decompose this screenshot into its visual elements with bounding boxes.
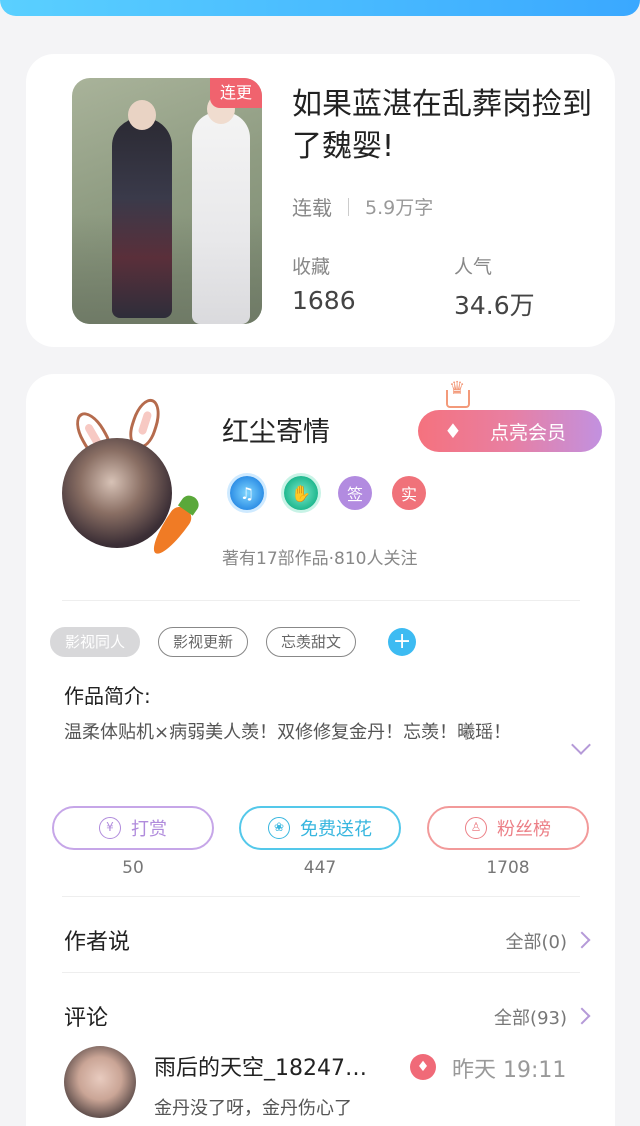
author-avatar-frame[interactable] [60, 394, 196, 560]
book-title: 如果蓝湛在乱葬岗捡到了魏婴! [292, 87, 592, 164]
intro-text: 温柔体贴机×病弱美人羡！双修修复金丹！忘羡！曦瑶！ [64, 722, 512, 743]
chevron-right-icon[interactable] [573, 1007, 591, 1025]
yen-icon: ¥ [99, 817, 121, 839]
chevron-right-icon[interactable] [573, 931, 591, 949]
divider [62, 972, 580, 973]
word-count: 5.9万字 [365, 197, 434, 219]
comments-title: 评论 [64, 1006, 109, 1031]
book-info-card[interactable]: 连更 如果蓝湛在乱葬岗捡到了魏婴! 连载 5.9万字 收藏 1686 人气 34… [26, 54, 615, 347]
fans-ranking-label: 粉丝榜 [497, 819, 551, 840]
favorites-label: 收藏 [292, 256, 331, 278]
fans-ranking-button[interactable]: ♙ 粉丝榜 [427, 806, 589, 850]
author-card: 红尘寄情 ♦ 点亮会员 ♫ ✋ 签 实 著有17部作品·810人关注 影视同人 … [26, 374, 615, 1126]
intro-title: 作品简介: [64, 684, 151, 708]
signed-badge-icon[interactable]: 签 [338, 476, 372, 510]
tip-count: 50 [122, 858, 144, 878]
tag-chip[interactable]: 影视更新 [158, 627, 249, 657]
fans-count: 1708 [486, 858, 530, 878]
handshake-badge-icon[interactable]: ✋ [284, 476, 318, 510]
flower-icon: ❀ [268, 817, 290, 839]
top-banner [0, 0, 640, 16]
tip-button[interactable]: ¥ 打赏 [52, 806, 214, 850]
author-avatar[interactable] [62, 438, 172, 548]
cover-figure-white [192, 94, 250, 324]
tag-chip[interactable]: 影视同人 [50, 627, 141, 657]
commenter-avatar[interactable] [64, 1046, 136, 1118]
add-tag-icon[interactable]: + [388, 628, 417, 656]
popularity-label: 人气 [454, 256, 493, 278]
verified-badge-icon[interactable]: 实 [392, 476, 426, 510]
comment-text[interactable]: 金丹没了呀，金丹伤心了 [154, 1094, 352, 1120]
flower-count: 447 [303, 858, 337, 878]
serial-status: 连载 [292, 196, 332, 220]
author-meta: 著有17部作品·810人关注 [222, 549, 418, 569]
user-heart-icon: ♙ [465, 817, 487, 839]
favorites-value: 1686 [292, 286, 356, 315]
book-status-line: 连载 5.9万字 [292, 192, 433, 221]
author-name[interactable]: 红尘寄情 [222, 410, 330, 449]
cover-figure-dark [112, 100, 172, 318]
send-flower-label: 免费送花 [300, 819, 372, 840]
chevron-down-icon[interactable] [571, 735, 591, 755]
comment-time: 昨天 19:11 [452, 1058, 567, 1083]
vip-diamond-icon: ♦ [410, 1054, 436, 1080]
vip-button-label: 点亮会员 [490, 421, 567, 444]
send-flower-button[interactable]: ❀ 免费送花 [239, 806, 401, 850]
divider [62, 896, 580, 897]
tip-label: 打赏 [131, 819, 167, 840]
serial-update-tag: 连更 [210, 78, 262, 108]
divider [348, 197, 349, 216]
tag-list: 影视同人 影视更新 忘羡甜文 + [50, 627, 417, 657]
commenter-name[interactable]: 雨后的天空_18247… [154, 1050, 396, 1082]
tag-chip[interactable]: 忘羡甜文 [266, 627, 357, 657]
author-says-title: 作者说 [64, 930, 131, 955]
author-says-more-link[interactable]: 全部(0) [506, 928, 568, 954]
activate-vip-button[interactable]: ♦ 点亮会员 [418, 410, 602, 452]
author-badges: ♫ ✋ 签 实 [230, 476, 426, 510]
book-cover[interactable]: 连更 [72, 78, 262, 324]
crown-icon [446, 378, 470, 408]
divider [62, 600, 580, 601]
music-badge-icon[interactable]: ♫ [230, 476, 264, 510]
diamond-icon: ♦ [444, 419, 462, 443]
popularity-value: 34.6万 [454, 291, 535, 320]
comments-more-link[interactable]: 全部(93) [494, 1004, 567, 1030]
